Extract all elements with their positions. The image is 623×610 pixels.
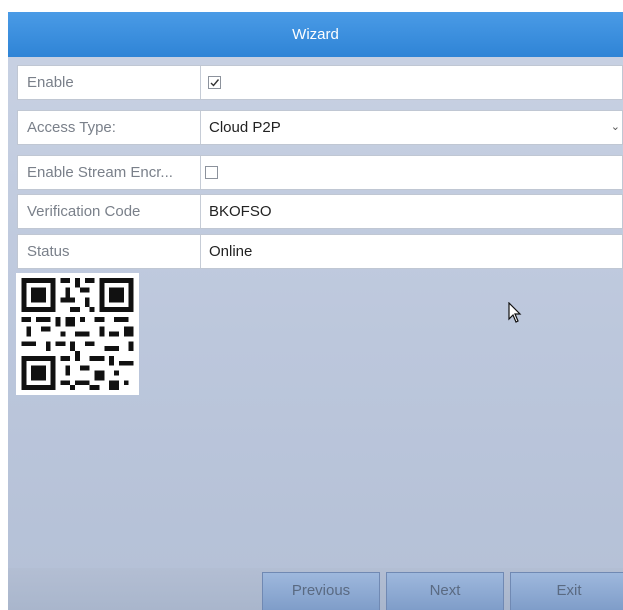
verification-code-value[interactable]: BKOFSO	[201, 195, 622, 228]
stream-encryption-row: Enable Stream Encr...	[17, 155, 623, 190]
enable-checkbox[interactable]	[208, 76, 221, 89]
chevron-down-icon: ⌄	[610, 121, 620, 133]
enable-row: Enable	[17, 65, 623, 100]
access-type-value: Cloud P2P	[209, 119, 281, 136]
stream-encryption-checkbox[interactable]	[205, 166, 218, 179]
access-type-select[interactable]: Cloud P2P ⌄	[201, 111, 622, 144]
checkmark-icon	[210, 79, 220, 87]
enable-value	[201, 66, 622, 99]
button-bar: Previous Next Exit	[8, 568, 623, 610]
previous-button[interactable]: Previous	[262, 572, 380, 610]
mouse-pointer-icon	[508, 302, 522, 323]
access-type-row: Access Type: Cloud P2P ⌄	[17, 110, 623, 145]
exit-button[interactable]: Exit	[510, 572, 623, 610]
stream-encryption-value	[201, 156, 622, 189]
verification-code-label: Verification Code	[18, 195, 201, 228]
qr-code-image	[16, 273, 139, 395]
window-title: Wizard	[8, 12, 623, 57]
status-row: Status Online	[17, 234, 623, 269]
stream-encryption-label: Enable Stream Encr...	[18, 156, 201, 189]
status-value: Online	[209, 243, 253, 260]
enable-label: Enable	[18, 66, 201, 99]
verification-code-row: Verification Code BKOFSO	[17, 194, 623, 229]
next-button[interactable]: Next	[386, 572, 504, 610]
wizard-window: Wizard Enable Access Type: Cloud P2P ⌄ E…	[8, 12, 623, 610]
access-type-label: Access Type:	[18, 111, 201, 144]
status-label: Status	[18, 235, 201, 268]
